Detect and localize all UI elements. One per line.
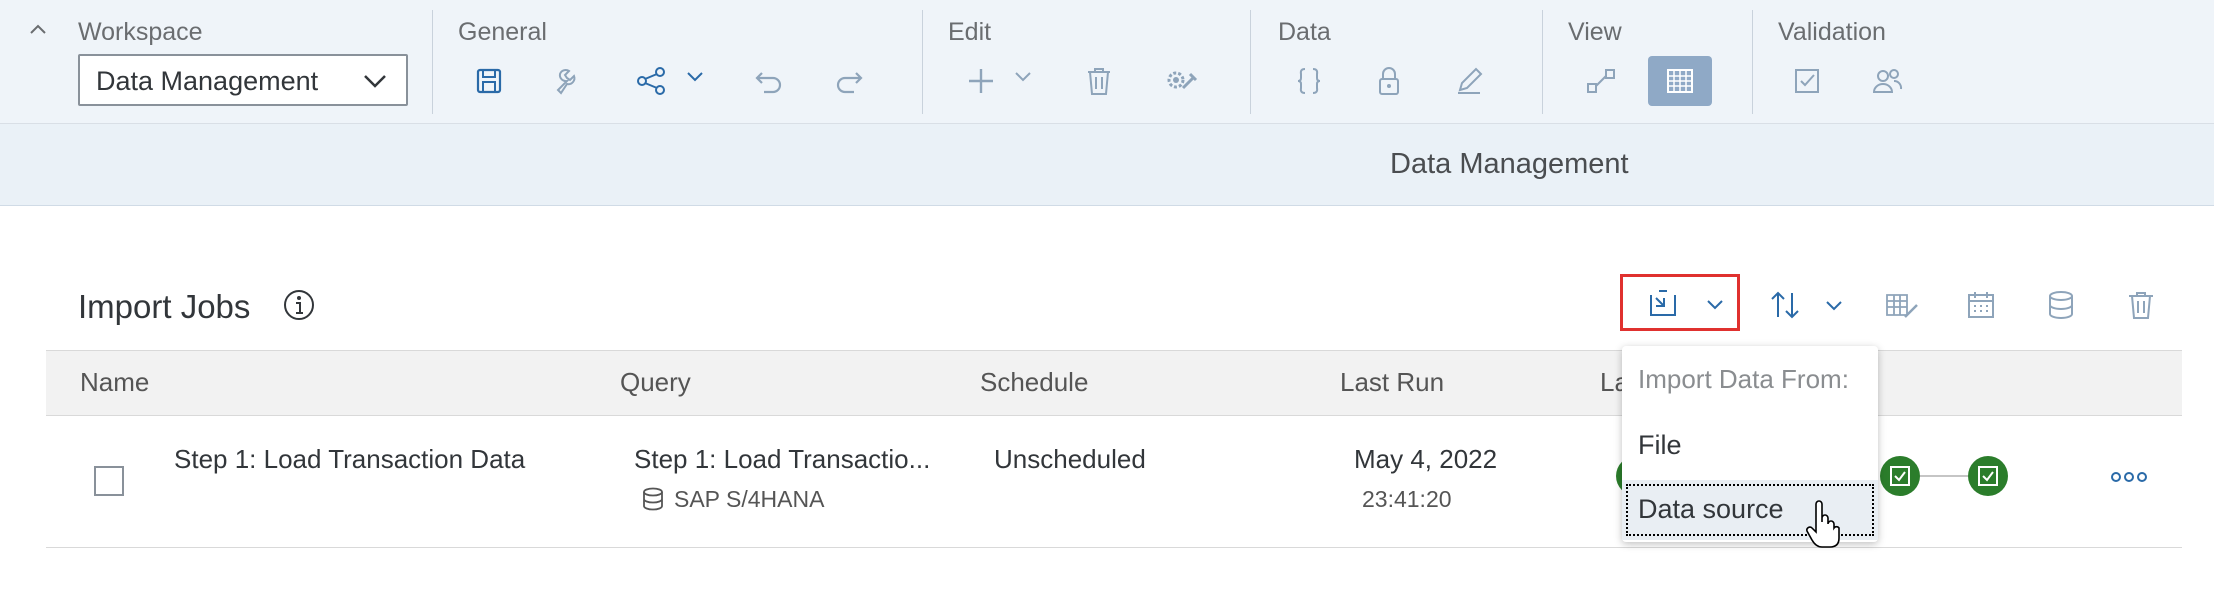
delete-job-button[interactable] [2118,282,2164,328]
users-icon [1872,69,1903,93]
formula-button[interactable] [1284,56,1334,106]
page-title-bar: Data Management [0,124,2214,206]
status-step-icon[interactable] [1968,456,2008,496]
more-icon[interactable] [2104,462,2154,492]
column-header-schedule[interactable]: Schedule [980,367,1088,398]
status-step-icon[interactable] [1880,456,1920,496]
toolbar: Workspace Data Management General Edit D… [0,0,2214,124]
workspace-group: Workspace Data Management [0,0,430,124]
flow-view-button[interactable] [1576,56,1626,106]
row-checkbox[interactable] [94,466,124,496]
data-label: Data [1278,18,1331,46]
import-menu-header: Import Data From: [1638,364,1849,394]
general-group: General [434,0,922,124]
share-button[interactable] [626,56,676,106]
delete-button[interactable] [1074,56,1124,106]
undo-icon [755,72,782,94]
data-group: Data [1252,0,1542,124]
braces-icon [1297,68,1321,94]
wrench-icon [556,68,576,95]
chevron-down-icon[interactable] [684,66,706,88]
table-settings-button[interactable] [1878,282,1924,328]
add-button[interactable] [956,56,1006,106]
menu-item-file[interactable]: File [1622,416,1878,476]
job-name: Step 1: Load Transaction Data [174,444,526,474]
chevron-down-icon[interactable] [1824,296,1844,316]
info-icon[interactable] [282,288,316,322]
edit-label: Edit [948,18,992,46]
database-icon [2049,291,2073,319]
menu-item-label: Data source [1638,494,1784,524]
column-header-query[interactable]: Query [620,367,691,398]
separator [922,10,923,114]
sort-icon [1771,291,1799,319]
users-button[interactable] [1862,56,1912,106]
job-source: SAP S/4HANA [674,486,825,512]
trash-icon [2129,292,2153,319]
job-query: Step 1: Load Transactio... [634,444,931,474]
page-title: Data Management [1390,148,1629,180]
separator [432,10,433,114]
job-schedule: Unscheduled [994,444,1146,474]
view-label: View [1568,18,1622,46]
separator [1250,10,1251,114]
checkbox-icon [1795,69,1819,93]
section-title: Import Jobs [78,288,251,325]
sort-button[interactable] [1762,282,1808,328]
trash-icon [1088,68,1110,95]
chevron-down-icon [1707,300,1723,310]
data-source-button[interactable] [2038,282,2084,328]
general-label: General [458,18,547,46]
import-button[interactable] [1620,274,1740,331]
column-header-last-run[interactable]: Last Run [1340,367,1444,398]
chevron-down-icon [364,75,386,88]
schedule-button[interactable] [1958,282,2004,328]
redo-button[interactable] [824,56,874,106]
edit-group: Edit [924,0,1250,124]
grid-view-button[interactable] [1648,56,1712,106]
column-header-name[interactable]: Name [80,367,149,398]
workspace-label: Workspace [78,18,203,46]
import-icon [1650,290,1676,316]
status-connector [1920,475,1968,477]
separator [1752,10,1753,114]
hand-cursor-icon [1806,500,1840,548]
flow-icon [1587,69,1615,93]
save-button[interactable] [464,56,514,106]
lock-button[interactable] [1364,56,1414,106]
share-icon [637,67,665,95]
edit-data-button[interactable] [1444,56,1494,106]
database-icon [643,487,663,511]
calendar-icon [1968,292,1994,318]
workspace-select[interactable]: Data Management [78,54,408,106]
validation-group: Validation [1754,0,1954,124]
save-icon [476,68,502,94]
view-group: View [1544,0,1752,124]
table-edit-icon [1886,294,1918,318]
process-button[interactable] [1156,56,1206,106]
redo-icon [836,72,863,94]
pencil-icon [1458,67,1483,94]
chevron-down-icon[interactable] [1012,66,1034,88]
plus-icon [969,69,993,93]
grid-icon [1667,69,1693,93]
validation-label: Validation [1778,18,1886,46]
separator [1542,10,1543,114]
lock-icon [1379,67,1399,95]
workspace-select-value: Data Management [96,66,319,96]
gears-hammer-icon [1167,71,1198,90]
last-run-date: May 4, 2022 [1354,444,1498,474]
menu-item-label: File [1638,430,1682,460]
settings-button[interactable] [544,56,594,106]
last-run-time: 23:41:20 [1362,486,1452,512]
validate-button[interactable] [1782,56,1832,106]
undo-button[interactable] [744,56,794,106]
